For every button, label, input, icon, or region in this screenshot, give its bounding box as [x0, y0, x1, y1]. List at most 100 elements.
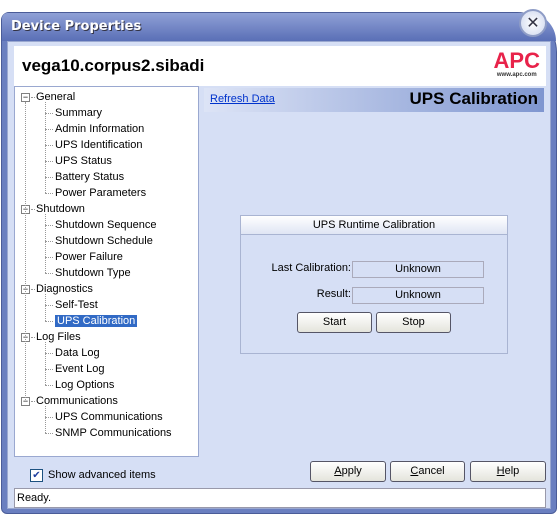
tree-item-label: Log Files — [36, 331, 81, 343]
tree-item-shutdown-schedule[interactable]: Shutdown Schedule — [55, 233, 153, 249]
tree-connector — [45, 177, 53, 178]
tree-item-label: UPS Calibration — [55, 315, 138, 327]
tree-item-label: Communications — [36, 395, 118, 407]
group-title: UPS Runtime Calibration — [241, 216, 507, 235]
tree-item-label: Shutdown Schedule — [55, 235, 153, 247]
tree-item-ups-communications[interactable]: UPS Communications — [55, 409, 163, 425]
tree-item-power-failure[interactable]: Power Failure — [55, 249, 123, 265]
tree-item-ups-status[interactable]: UPS Status — [55, 153, 112, 169]
collapse-icon[interactable]: − — [21, 93, 30, 102]
tree-connector — [45, 257, 53, 258]
tree-item-self-test[interactable]: Self-Test — [55, 297, 98, 313]
tree-connector — [45, 193, 53, 194]
help-button[interactable]: Help — [470, 461, 546, 482]
tree-connector — [45, 294, 46, 321]
tree-connector — [45, 417, 53, 418]
tree-item-label: Power Parameters — [55, 187, 147, 199]
tree-item-label: Log Options — [55, 379, 115, 391]
apc-logo: APC www.apc.com — [493, 48, 540, 79]
tree-item-ups-calibration[interactable]: UPS Calibration — [55, 313, 138, 329]
tree-item-label: Summary — [55, 107, 103, 119]
tree-connector — [45, 113, 53, 114]
tree-item-snmp-communications[interactable]: SNMP Communications — [55, 425, 172, 441]
tree-connector — [45, 161, 53, 162]
cancel-label: Cancel — [410, 465, 445, 477]
tree-connector — [31, 401, 35, 402]
host-name: vega10.corpus2.sibadi — [22, 56, 205, 75]
tree-connector — [45, 241, 53, 242]
tree-item-label: Power Failure — [55, 251, 123, 263]
show-advanced-checkbox[interactable]: ✔ — [30, 469, 43, 482]
tree-connector — [45, 353, 53, 354]
result-value: Unknown — [352, 287, 484, 304]
tree-connector — [31, 337, 35, 338]
tree-connector — [45, 433, 53, 434]
last-calibration-value: Unknown — [352, 261, 484, 278]
tree-item-label: Shutdown Type — [55, 267, 131, 279]
window-title: Device Properties — [11, 19, 142, 34]
tree-item-label: Shutdown Sequence — [55, 219, 157, 231]
tree-connector — [45, 385, 53, 386]
tree-item-label: Admin Information — [55, 123, 145, 135]
tree-item-log-options[interactable]: Log Options — [55, 377, 114, 393]
stop-button[interactable]: Stop — [376, 312, 451, 333]
tree-connector — [31, 209, 35, 210]
device-properties-window: Device Properties ✕ vega10.corpus2.sibad… — [1, 9, 557, 514]
tree-connector — [45, 273, 53, 274]
tree-item-label: General — [36, 91, 76, 103]
apply-label: Apply — [334, 465, 362, 477]
apply-button[interactable]: Apply — [310, 461, 386, 482]
tree-connector — [45, 342, 46, 385]
tree-item-shutdown-type[interactable]: Shutdown Type — [55, 265, 131, 281]
tree-item-shutdown[interactable]: Shutdown — [36, 201, 85, 217]
page-title: UPS Calibration — [409, 89, 538, 108]
tree-item-shutdown-sequence[interactable]: Shutdown Sequence — [55, 217, 157, 233]
result-label: Result: — [316, 288, 351, 300]
close-icon[interactable]: ✕ — [519, 9, 547, 37]
tree-connector — [45, 102, 46, 193]
tree-connector — [45, 129, 53, 130]
tree-item-label: UPS Communications — [55, 411, 163, 423]
last-calibration-label: Last Calibration: — [271, 262, 352, 274]
refresh-data-link[interactable]: Refresh Data — [210, 93, 275, 105]
tree-connector — [45, 406, 46, 433]
tree-item-power-parameters[interactable]: Power Parameters — [55, 185, 146, 201]
tree-connector — [31, 289, 35, 290]
tree-item-admin-information[interactable]: Admin Information — [55, 121, 144, 137]
tree-connector — [45, 145, 53, 146]
tree-item-log-files[interactable]: Log Files — [36, 329, 81, 345]
tree-connector — [45, 321, 53, 322]
page-header: Refresh Data UPS Calibration — [204, 88, 544, 112]
tree-item-label: Self-Test — [55, 299, 98, 311]
tree-connector — [45, 214, 46, 273]
tree-item-ups-identification[interactable]: UPS Identification — [55, 137, 142, 153]
header-band: vega10.corpus2.sibadi APC www.apc.com — [14, 46, 546, 86]
start-button[interactable]: Start — [297, 312, 372, 333]
tree-connector — [25, 102, 26, 402]
client-area: vega10.corpus2.sibadi APC www.apc.com Gen… — [7, 41, 551, 509]
tree-item-label: UPS Identification — [55, 139, 143, 151]
tree-connector — [45, 369, 53, 370]
tree-item-general[interactable]: General — [36, 89, 75, 105]
tree-connector — [31, 97, 35, 98]
status-bar: Ready. — [14, 488, 546, 508]
tree-connector — [45, 305, 53, 306]
tree-item-label: Battery Status — [55, 171, 125, 183]
tree-item-event-log[interactable]: Event Log — [55, 361, 105, 377]
tree-item-communications[interactable]: Communications — [36, 393, 118, 409]
tree-connector — [45, 225, 53, 226]
tree-item-battery-status[interactable]: Battery Status — [55, 169, 124, 185]
navigation-tree[interactable]: General − Summary Admin Information UPS Iden… — [14, 86, 199, 457]
tree-item-summary[interactable]: Summary — [55, 105, 102, 121]
tree-item-label: Data Log — [55, 347, 100, 359]
runtime-calibration-group: UPS Runtime Calibration Last Calibration… — [240, 215, 508, 354]
help-label: Help — [496, 465, 520, 477]
tree-item-label: Event Log — [55, 363, 105, 375]
tree-item-label: SNMP Communications — [55, 427, 172, 439]
title-bar[interactable]: Device Properties ✕ — [2, 9, 556, 41]
cancel-button[interactable]: Cancel — [390, 461, 465, 482]
tree-item-label: UPS Status — [55, 155, 112, 167]
tree-item-data-log[interactable]: Data Log — [55, 345, 100, 361]
tree-item-label: Shutdown — [36, 203, 85, 215]
show-advanced-label[interactable]: Show advanced items — [48, 469, 156, 481]
